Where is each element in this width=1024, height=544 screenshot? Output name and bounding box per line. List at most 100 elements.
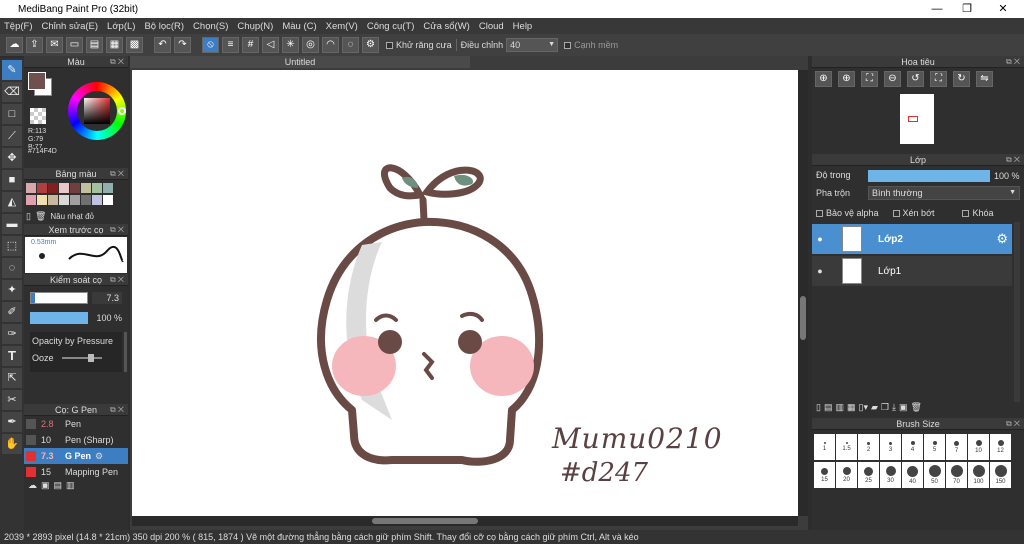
navigator-view[interactable] [812, 90, 1024, 154]
horizontal-scrollbar[interactable] [132, 516, 798, 526]
minimize-button[interactable]: — [920, 0, 954, 18]
share-icon[interactable]: ⇪ [26, 37, 43, 53]
gradient-tool-icon[interactable]: ▬ [2, 214, 22, 234]
menu-select[interactable]: Chọn(S) [193, 21, 228, 32]
document-tab[interactable]: Untitled [130, 56, 470, 68]
brush-size-cell[interactable]: 10 [968, 434, 989, 460]
palette-swatch[interactable] [26, 183, 36, 193]
new-halftone-layer-icon[interactable]: ▤ [824, 402, 833, 413]
curve-snap-icon[interactable]: ◠ [322, 37, 339, 53]
palette-swatch[interactable] [70, 183, 80, 193]
brush-size-cell[interactable]: 2 [858, 434, 879, 460]
new-8bit-layer-icon[interactable]: ▥ [835, 402, 844, 413]
layer-row-2[interactable]: ● Lớp2 ⚙ [812, 224, 1012, 254]
hue-handle[interactable] [118, 107, 126, 115]
trash-icon[interactable]: 🗑 [35, 211, 46, 222]
brush-size-cell[interactable]: 50 [924, 462, 945, 488]
snap-off-icon[interactable]: ⦸ [202, 37, 219, 53]
menu-edit[interactable]: Chỉnh sửa(E) [42, 21, 99, 32]
palette-swatch[interactable] [48, 194, 58, 205]
menu-window[interactable]: Cửa sổ(W) [423, 21, 469, 32]
fit-icon[interactable]: ⛶ [861, 71, 878, 87]
brush-size-cell[interactable]: 20 [836, 462, 857, 488]
primary-color-swatch[interactable] [28, 72, 46, 90]
panel-close-icon[interactable]: ⧉ ✕ [1006, 56, 1020, 68]
cross-snap-icon[interactable]: # [242, 37, 259, 53]
menu-filter[interactable]: Bộ lọc(R) [144, 21, 184, 32]
gear-icon[interactable]: ⚙ [95, 451, 103, 462]
palette-swatch[interactable] [70, 194, 80, 205]
blend-mode-select[interactable]: Bình thường ▼ [868, 186, 1020, 200]
move-tool-icon[interactable]: ✥ [2, 148, 22, 168]
select-eraser-icon[interactable]: ✑ [2, 324, 22, 344]
settings-gear-icon[interactable]: ⚙ [362, 37, 379, 53]
reset-view-icon[interactable]: ⛶ [930, 71, 947, 87]
panel-close-icon[interactable]: ⧉ ✕ [1006, 418, 1020, 430]
parallel-snap-icon[interactable]: ≡ [222, 37, 239, 53]
palette-swatch[interactable] [26, 194, 36, 205]
layers-scrollbar[interactable] [1014, 222, 1020, 402]
palette-swatch[interactable] [92, 194, 102, 205]
size-value[interactable]: 7.3 [92, 292, 122, 304]
brush-item-pen-sharp[interactable]: 10 Pen (Sharp) [24, 432, 128, 448]
close-button[interactable]: ✕ [986, 0, 1020, 18]
redo-icon[interactable]: ↷ [174, 37, 191, 53]
layer-row-1[interactable]: ● Lớp1 [812, 256, 1012, 286]
menu-layer[interactable]: Lớp(L) [107, 21, 135, 32]
new-document-icon[interactable]: ▯ [26, 211, 31, 222]
zoom-in-alt-icon[interactable]: ⊕ [838, 71, 855, 87]
brush-item-mapping-pen[interactable]: 15 Mapping Pen [24, 464, 128, 480]
options-scrollbar[interactable] [124, 332, 127, 372]
text-tool-icon[interactable]: T [2, 346, 22, 366]
panel-close-icon[interactable]: ⧉ ✕ [110, 404, 124, 416]
menu-view[interactable]: Xem(V) [326, 21, 358, 32]
panel-close-icon[interactable]: ⧉ ✕ [110, 274, 124, 286]
palette-swatch[interactable] [37, 183, 47, 193]
brush-size-cell[interactable]: 1 [814, 434, 835, 460]
brush-size-cell[interactable]: 1.5 [836, 434, 857, 460]
grid-icon[interactable]: ▩ [126, 37, 143, 53]
duplicate-layer-icon[interactable]: ❐ [881, 402, 889, 413]
brush-size-cell[interactable]: 40 [902, 462, 923, 488]
brush-size-cell[interactable]: 15 [814, 462, 835, 488]
document-icon[interactable]: ▤ [86, 37, 103, 53]
bucket-tool-icon[interactable]: ◭ [2, 192, 22, 212]
menu-help[interactable]: Help [513, 21, 533, 32]
menu-file[interactable]: Tệp(F) [4, 21, 33, 32]
palette-swatch[interactable] [81, 183, 91, 193]
rotate-right-icon[interactable]: ↻ [953, 71, 970, 87]
graph-tool-icon[interactable]: ⟋ [2, 126, 22, 146]
palette-swatch[interactable] [103, 194, 113, 205]
folder-icon[interactable]: ▰ [871, 402, 878, 413]
new-1bit-layer-icon[interactable]: ▦ [847, 402, 856, 413]
brush-size-cell[interactable]: 25 [858, 462, 879, 488]
magic-wand-icon[interactable]: ✦ [2, 280, 22, 300]
vertical-scrollbar[interactable] [798, 70, 808, 516]
transparent-color-swatch[interactable] [30, 108, 46, 124]
antialias-checkbox[interactable] [386, 41, 393, 49]
brush-size-cell[interactable]: 3 [880, 434, 901, 460]
lock-checkbox[interactable] [962, 209, 970, 217]
palette-swatch[interactable] [59, 194, 69, 205]
brush-size-cell[interactable]: 30 [880, 462, 901, 488]
brush-size-cell[interactable]: 70 [946, 462, 967, 488]
divide-tool-icon[interactable]: ✂ [2, 390, 22, 410]
cloud-icon[interactable]: ☁ [6, 37, 23, 53]
rotate-left-icon[interactable]: ↺ [907, 71, 924, 87]
add-layer-menu-icon[interactable]: ▯▾ [859, 402, 868, 413]
menu-tools[interactable]: Công cụ(T) [367, 21, 415, 32]
brush-size-cell[interactable]: 12 [990, 434, 1011, 460]
flip-icon[interactable]: ⇋ [976, 71, 993, 87]
brush-size-cell[interactable]: 100 [968, 462, 989, 488]
fill-rect-tool-icon[interactable]: ■ [2, 170, 22, 190]
saturation-square[interactable] [84, 98, 110, 124]
eye-icon[interactable]: ● [812, 234, 828, 244]
lasso-icon[interactable]: ◌ [2, 258, 22, 278]
layer-properties-icon[interactable]: ▣ [899, 402, 908, 413]
eyedropper-icon[interactable]: ✒ [2, 412, 22, 432]
radial-snap-icon[interactable]: ✳ [282, 37, 299, 53]
dot-tool-icon[interactable]: □ [2, 104, 22, 124]
circle-snap-icon[interactable]: ◎ [302, 37, 319, 53]
panel-close-icon[interactable]: ⧉ ✕ [110, 56, 124, 68]
drawing-canvas[interactable]: Mumu0210 #d247 [132, 70, 799, 516]
